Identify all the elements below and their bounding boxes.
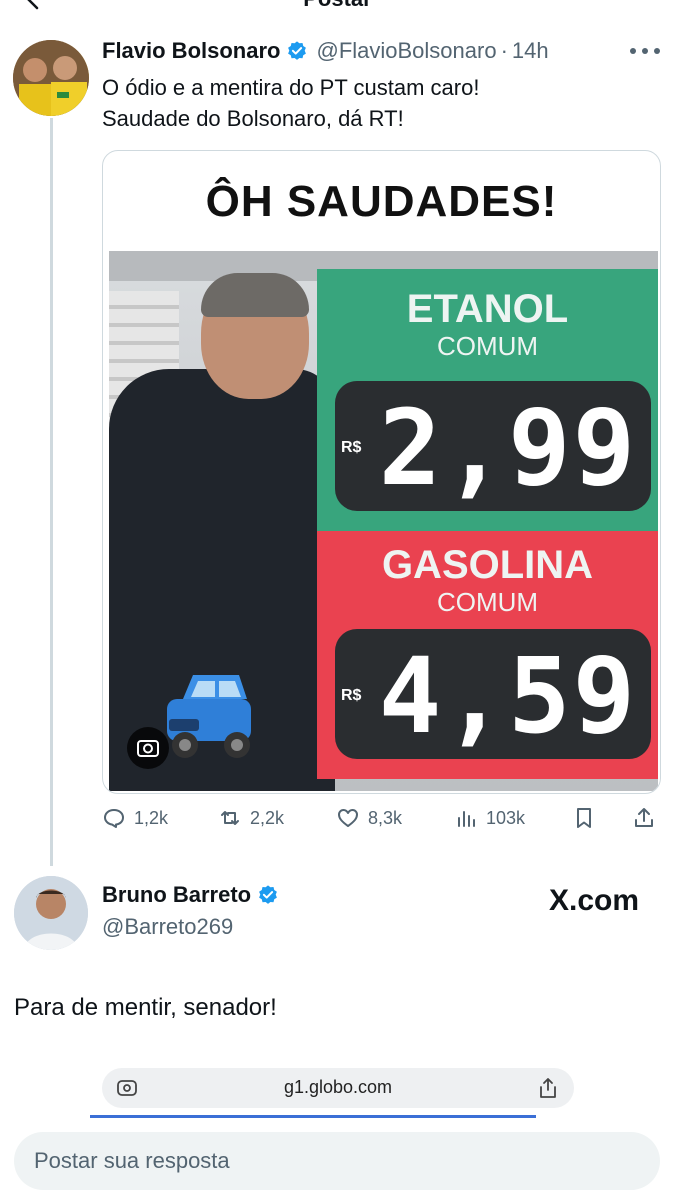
bookmark-icon	[577, 808, 591, 828]
bookmark-button[interactable]	[572, 806, 604, 830]
reply-author: Bruno Barreto	[102, 882, 279, 908]
separator-dot: ·	[500, 38, 508, 63]
tweet-text: O ódio e a mentira do PT custam caro! Sa…	[102, 72, 479, 134]
embedded-browser-bar: g1.globo.com	[102, 1068, 574, 1108]
x-com-watermark: X.com	[549, 884, 640, 917]
author-name[interactable]: Bruno Barreto	[102, 882, 251, 908]
avatar[interactable]	[13, 40, 89, 116]
reply-count: 1,2k	[134, 807, 169, 828]
heart-icon	[338, 809, 358, 827]
fuel-price-board: ETANOL COMUM R$ 2,99 GASOLINA COMUM R$ 4…	[317, 269, 658, 791]
verified-badge-icon	[259, 885, 278, 904]
thread-connector-line	[50, 118, 53, 866]
views-chart-icon	[458, 811, 475, 827]
fuel-price: 4,59	[378, 635, 638, 757]
car-emoji-icon	[167, 675, 251, 758]
share-icon	[635, 808, 653, 827]
retweet-button[interactable]: 2,2k	[218, 806, 284, 830]
timestamp[interactable]: 14h	[512, 38, 549, 64]
avatar-photo	[13, 40, 89, 116]
fuel-subtype: COMUM	[436, 331, 539, 361]
reply-input[interactable]	[34, 1132, 634, 1190]
more-options-icon[interactable]	[628, 44, 662, 58]
tweet-text-line: Saudade do Bolsonaro, dá RT!	[102, 106, 404, 131]
reply-text: Para de mentir, senador!	[14, 994, 277, 1021]
media-photo: ETANOL COMUM R$ 2,99 GASOLINA COMUM R$ 4…	[109, 251, 658, 791]
tweet-header: Flavio Bolsonaro @FlavioBolsonaro · 14h	[102, 38, 549, 64]
reply-icon	[104, 809, 124, 828]
like-button[interactable]: 8,3k	[336, 806, 402, 830]
page-title: Postar	[0, 0, 675, 12]
retweet-icon	[221, 811, 239, 825]
tweet-media[interactable]: ÔH SAUDADES! ETANOL COMUM R$ 2,99 GASOLI…	[102, 150, 661, 794]
reply-composer[interactable]	[14, 1132, 660, 1190]
page-load-progress	[90, 1115, 536, 1118]
person-hair	[201, 273, 309, 317]
author-name[interactable]: Flavio Bolsonaro	[102, 38, 280, 64]
tweet-actions: 1,2k 2,2k 8,3k 103k	[102, 806, 662, 836]
price-display: R$ 2,99	[335, 381, 651, 511]
currency-label: R$	[341, 687, 362, 704]
gasoline-panel: GASOLINA COMUM R$ 4,59	[317, 531, 658, 779]
ethanol-panel: ETANOL COMUM R$ 2,99	[317, 269, 658, 531]
author-handle[interactable]: @Barreto269	[102, 914, 233, 940]
fuel-name: ETANOL	[406, 287, 569, 331]
url-text[interactable]: g1.globo.com	[102, 1077, 574, 1098]
avatar-photo	[14, 876, 88, 950]
media-headline: ÔH SAUDADES!	[205, 177, 558, 226]
author-handle[interactable]: @FlavioBolsonaro	[316, 38, 496, 64]
fuel-name: GASOLINA	[381, 543, 594, 587]
share-button[interactable]	[632, 806, 664, 830]
views-count: 103k	[486, 807, 526, 828]
price-display: R$ 4,59	[335, 629, 651, 759]
avatar[interactable]	[14, 876, 88, 950]
views-button[interactable]: 103k	[454, 806, 525, 830]
fuel-subtype: COMUM	[436, 587, 539, 617]
reply-button[interactable]: 1,2k	[102, 806, 168, 830]
top-bar: Postar	[0, 0, 675, 22]
tweet-text-line: O ódio e a mentira do PT custam caro!	[102, 75, 480, 100]
like-count: 8,3k	[368, 807, 403, 828]
share-icon[interactable]	[538, 1077, 558, 1099]
retweet-count: 2,2k	[250, 807, 285, 828]
verified-badge-icon	[288, 41, 307, 60]
fuel-price: 2,99	[378, 387, 638, 509]
currency-label: R$	[341, 439, 362, 456]
